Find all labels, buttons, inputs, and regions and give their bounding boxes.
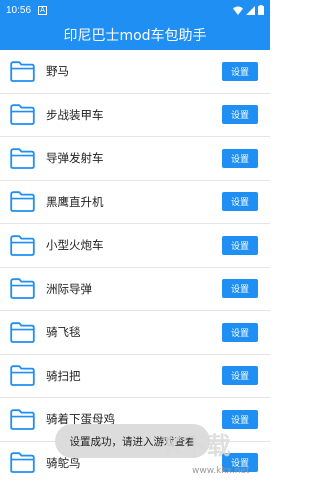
status-icons [233,5,264,15]
item-label: 洲际导弹 [46,281,92,296]
app-bar: 印尼巴士mod车包助手 [0,20,270,50]
folder-icon [10,235,35,256]
list-item: 步战装甲车 设置 [0,94,270,137]
item-label: 小型火炮车 [46,238,104,253]
item-label: 骑扫把 [46,368,81,383]
item-label: 骑飞毯 [46,325,81,340]
folder-icon [10,278,35,300]
item-label: 步战装甲车 [46,107,104,122]
list-item: 黑鹰直升机 设置 [0,181,270,224]
settings-button[interactable]: 设置 [222,192,258,212]
folder-icon [10,104,35,126]
status-time: 10:56 [6,4,32,16]
list-item: 野马 设置 [0,50,270,94]
item-label: 野马 [46,64,69,79]
toast-message: 设置成功，请进入游戏查看 [55,424,210,458]
wifi-icon [233,6,243,15]
folder-icon [10,365,35,387]
signal-icon [246,5,255,15]
item-label: 黑鹰直升机 [46,194,104,209]
settings-button[interactable]: 设置 [222,279,258,299]
settings-button[interactable]: 设置 [222,453,258,473]
battery-icon [258,5,264,15]
settings-button[interactable]: 设置 [222,148,258,168]
folder-icon [10,452,35,474]
settings-button[interactable]: 设置 [222,61,258,81]
list-item: 小型火炮车 设置 [0,224,270,268]
list-item: 导弹发射车 设置 [0,137,270,181]
list-item: 骑扫把 设置 [0,355,270,398]
settings-button[interactable]: 设置 [222,235,258,255]
folder-icon [10,61,35,82]
folder-icon [10,148,35,169]
settings-button[interactable]: 设置 [222,322,258,342]
item-label: 导弹发射车 [46,151,104,166]
folder-icon [10,322,35,343]
folder-icon [10,409,35,430]
status-bar: 10:56 A [0,0,270,20]
settings-button[interactable]: 设置 [222,409,258,429]
settings-button[interactable]: 设置 [222,105,258,125]
list-item: 洲际导弹 设置 [0,268,270,311]
app-title: 印尼巴士mod车包助手 [63,28,207,44]
item-list: 野马 设置 步战装甲车 设置 导弹发射车 设置 黑鹰直升机 设置 小型火炮车 设… [0,50,270,480]
notification-icon: A [38,5,48,15]
settings-button[interactable]: 设置 [222,366,258,386]
folder-icon [10,191,35,213]
list-item: 骑飞毯 设置 [0,311,270,355]
